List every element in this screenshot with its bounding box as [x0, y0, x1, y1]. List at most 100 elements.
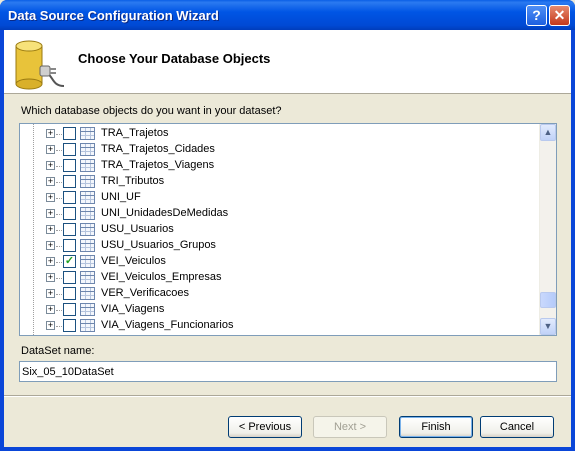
table-icon: [80, 207, 95, 220]
row-checkbox[interactable]: [63, 303, 76, 316]
table-icon: [80, 255, 95, 268]
tree-branch-line: [56, 294, 62, 295]
tree-branch-line: [56, 230, 62, 231]
tree-row[interactable]: + VEI_Veiculos_Empresas: [20, 270, 540, 286]
tree-row-label: VIA_Viagens_Funcionarios: [101, 319, 234, 331]
objects-question-label: Which database objects do you want in yo…: [21, 105, 282, 117]
scroll-up-button[interactable]: ▲: [540, 124, 556, 141]
tree-branch-line: [56, 198, 62, 199]
previous-button[interactable]: < Previous: [228, 416, 302, 438]
tree-row[interactable]: + TRA_Trajetos_Viagens: [20, 158, 540, 174]
table-icon: [80, 143, 95, 156]
help-button[interactable]: ?: [526, 5, 547, 26]
row-checkbox[interactable]: [63, 287, 76, 300]
tree-row-label: VEI_Veiculos: [101, 255, 166, 267]
database-objects-tree[interactable]: + TRA_Trajetos + TRA_Trajetos_Cidades + TRA_T…: [19, 123, 557, 336]
tree-branch-line: [56, 278, 62, 279]
expand-plus-icon[interactable]: +: [46, 321, 55, 330]
scroll-down-button[interactable]: ▼: [540, 318, 556, 335]
expand-plus-icon[interactable]: +: [46, 305, 55, 314]
page-title: Choose Your Database Objects: [78, 51, 271, 66]
footer-separator: [4, 395, 571, 397]
table-icon: [80, 175, 95, 188]
expand-plus-icon[interactable]: +: [46, 193, 55, 202]
tree-row[interactable]: + TRA_Trajetos_Cidades: [20, 142, 540, 158]
wizard-window: Data Source Configuration Wizard ? ✕ Cho…: [0, 0, 575, 451]
tree-row-label: TRA_Trajetos_Cidades: [101, 143, 215, 155]
tree-row[interactable]: + ✓ VEI_Veiculos: [20, 254, 540, 270]
expand-plus-icon[interactable]: +: [46, 129, 55, 138]
tree-row-label: TRA_Trajetos_Viagens: [101, 159, 215, 171]
row-checkbox[interactable]: [63, 127, 76, 140]
row-checkbox[interactable]: [63, 143, 76, 156]
dialog-client: Choose Your Database Objects Which datab…: [4, 30, 571, 447]
scroll-thumb[interactable]: [540, 292, 556, 308]
tree-row-label: TRI_Tributos: [101, 175, 165, 187]
cancel-button[interactable]: Cancel: [480, 416, 554, 438]
tree-row-label: UNI_UF: [101, 191, 141, 203]
expand-plus-icon[interactable]: +: [46, 177, 55, 186]
tree-row-label: USU_Usuarios: [101, 223, 174, 235]
tree-row[interactable]: + VER_Verificacoes: [20, 286, 540, 302]
tree-branch-line: [56, 134, 62, 135]
tree-row[interactable]: + VIA_Viagens_Funcionarios: [20, 318, 540, 334]
close-button[interactable]: ✕: [549, 5, 570, 26]
dataset-name-input[interactable]: [19, 361, 557, 382]
expand-plus-icon[interactable]: +: [46, 225, 55, 234]
tree-row-label: VIA_Viagens: [101, 303, 165, 315]
row-checkbox[interactable]: ✓: [63, 255, 76, 268]
table-icon: [80, 303, 95, 316]
table-icon: [80, 319, 95, 332]
tree-row-label: VEI_Veiculos_Empresas: [101, 271, 222, 283]
finish-button[interactable]: Finish: [399, 416, 473, 438]
tree-branch-line: [56, 246, 62, 247]
row-checkbox[interactable]: [63, 207, 76, 220]
tree-row[interactable]: + VIA_Viagens: [20, 302, 540, 318]
row-checkbox[interactable]: [63, 191, 76, 204]
table-icon: [80, 159, 95, 172]
expand-plus-icon[interactable]: +: [46, 273, 55, 282]
tree-branch-line: [56, 214, 62, 215]
tree-row-label: VER_Verificacoes: [101, 287, 190, 299]
expand-plus-icon[interactable]: +: [46, 241, 55, 250]
table-icon: [80, 271, 95, 284]
tree-branch-line: [56, 326, 62, 327]
row-checkbox[interactable]: [63, 175, 76, 188]
header-band: Choose Your Database Objects: [4, 30, 571, 94]
tree-row[interactable]: + USU_Usuarios_Grupos: [20, 238, 540, 254]
row-checkbox[interactable]: [63, 239, 76, 252]
table-icon: [80, 223, 95, 236]
dataset-name-label: DataSet name:: [21, 345, 95, 357]
row-checkbox[interactable]: [63, 159, 76, 172]
tree-branch-line: [56, 150, 62, 151]
expand-plus-icon[interactable]: +: [46, 257, 55, 266]
tree-row[interactable]: + USU_Usuarios: [20, 222, 540, 238]
tree-branch-line: [56, 182, 62, 183]
title-bar[interactable]: Data Source Configuration Wizard ? ✕: [0, 0, 575, 30]
tree-branch-line: [56, 166, 62, 167]
tree-row[interactable]: + UNI_UF: [20, 190, 540, 206]
tree-row-label: TRA_Trajetos: [101, 127, 169, 139]
tree-row-label: UNI_UnidadesDeMedidas: [101, 207, 229, 219]
table-icon: [80, 191, 95, 204]
row-checkbox[interactable]: [63, 223, 76, 236]
expand-plus-icon[interactable]: +: [46, 145, 55, 154]
expand-plus-icon[interactable]: +: [46, 289, 55, 298]
window-title: Data Source Configuration Wizard: [8, 8, 219, 23]
table-icon: [80, 287, 95, 300]
expand-plus-icon[interactable]: +: [46, 161, 55, 170]
tree-row[interactable]: + TRA_Trajetos: [20, 126, 540, 142]
row-checkbox[interactable]: [63, 319, 76, 332]
table-icon: [80, 239, 95, 252]
database-plug-icon: [15, 40, 65, 90]
tree-row[interactable]: + UNI_UnidadesDeMedidas: [20, 206, 540, 222]
tree-branch-line: [56, 262, 62, 263]
table-icon: [80, 127, 95, 140]
tree-row[interactable]: + TRI_Tributos: [20, 174, 540, 190]
expand-plus-icon[interactable]: +: [46, 209, 55, 218]
tree-row-label: USU_Usuarios_Grupos: [101, 239, 216, 251]
tree-branch-line: [56, 310, 62, 311]
next-button[interactable]: Next >: [313, 416, 387, 438]
tree-vertical-scrollbar[interactable]: ▲ ▼: [539, 124, 556, 335]
row-checkbox[interactable]: [63, 271, 76, 284]
